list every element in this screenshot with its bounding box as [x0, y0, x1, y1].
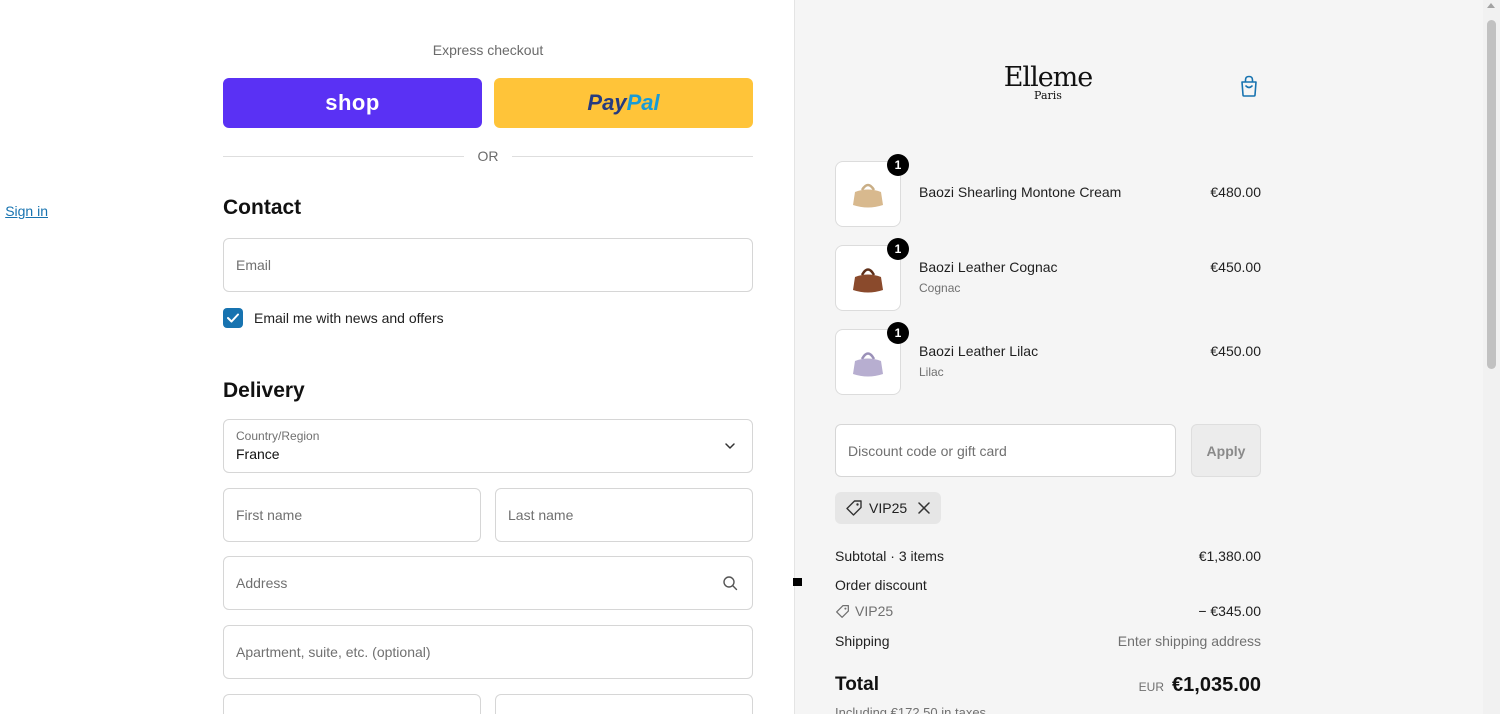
cart-item: 1 Baozi Leather Lilac Lilac €450.00 — [835, 322, 1261, 397]
applied-discount-chip: VIP25 — [835, 492, 942, 524]
shop-pay-label: shop — [325, 90, 380, 115]
quantity-badge: 1 — [887, 154, 909, 176]
mouse-cursor — [793, 578, 802, 586]
quantity-badge: 1 — [887, 238, 909, 260]
order-summary-panel: Elleme Paris 1 Baozi Shearling Montone C… — [795, 0, 1483, 714]
chevron-down-icon — [725, 443, 735, 449]
newsletter-checkbox[interactable] — [223, 308, 243, 328]
product-thumbnail: 1 — [835, 322, 909, 395]
product-thumbnail: 1 — [835, 238, 909, 311]
subtotal-label: Subtotal · 3 items — [835, 548, 944, 564]
shop-pay-button[interactable]: shop — [223, 78, 482, 128]
newsletter-option[interactable]: Email me with news and offers — [223, 308, 444, 328]
first-name-placeholder: First name — [236, 507, 303, 523]
tag-icon — [846, 500, 862, 516]
total-label: Total — [835, 674, 879, 695]
search-icon — [723, 576, 738, 591]
email-placeholder: Email — [236, 257, 272, 273]
country-value: France — [236, 446, 280, 462]
shipping-label: Shipping — [835, 633, 890, 649]
newsletter-label: Email me with news and offers — [254, 310, 444, 326]
tag-icon — [836, 604, 849, 618]
paypal-label-part1: Pay — [587, 90, 627, 115]
paypal-label-part2: Pal — [626, 90, 660, 115]
checkmark-icon — [227, 313, 239, 323]
or-divider: OR — [223, 147, 753, 165]
brand-logo[interactable]: Elleme Paris — [1000, 64, 1096, 102]
shipping-row: Shipping Enter shipping address — [835, 633, 1261, 649]
item-name: Baozi Shearling Montone Cream — [919, 184, 1122, 200]
item-name: Baozi Leather Lilac — [919, 343, 1039, 359]
item-variant: Cognac — [919, 281, 961, 295]
express-checkout-title: Express checkout — [432, 42, 544, 58]
apartment-field[interactable]: Apartment, suite, etc. (optional) — [223, 625, 753, 679]
subtotal-row: Subtotal · 3 items €1,380.00 — [835, 548, 1261, 564]
or-line-right — [512, 156, 753, 157]
remove-discount-icon[interactable] — [917, 501, 931, 515]
country-select[interactable]: Country/Region France — [223, 419, 753, 473]
contact-heading: Contact — [223, 196, 302, 219]
paypal-button[interactable]: Pay Pal — [494, 78, 753, 128]
delivery-heading: Delivery — [223, 379, 305, 402]
item-name: Baozi Leather Cognac — [919, 259, 1058, 275]
email-field[interactable]: Email — [223, 238, 753, 292]
apartment-placeholder: Apartment, suite, etc. (optional) — [236, 644, 431, 660]
shipping-value: Enter shipping address — [1117, 633, 1261, 649]
order-discount-row: Order discount — [835, 577, 1261, 593]
address-field[interactable]: Address — [223, 556, 753, 610]
product-thumbnail: 1 — [835, 154, 909, 227]
shopping-bag-icon[interactable] — [1238, 74, 1260, 98]
subtotal-value: €1,380.00 — [1198, 548, 1261, 564]
total-row: Total EUR €1,035.00 — [835, 674, 1261, 696]
checkout-form-panel: Express checkout shop Pay Pal OR Contact … — [0, 0, 795, 714]
scroll-thumb[interactable] — [1487, 20, 1496, 369]
item-price: €480.00 — [1210, 184, 1261, 200]
last-name-placeholder: Last name — [508, 507, 574, 523]
first-name-field[interactable]: First name — [223, 488, 481, 542]
total-value: €1,035.00 — [1172, 674, 1261, 696]
address-placeholder: Address — [236, 575, 288, 591]
handbag-icon — [853, 268, 883, 293]
item-price: €450.00 — [1210, 259, 1261, 275]
discount-code-row: VIP25 − €345.00 — [835, 603, 1261, 622]
last-name-field[interactable]: Last name — [495, 488, 753, 542]
city-field[interactable] — [495, 694, 753, 714]
cart-item: 1 Baozi Leather Cognac Cognac €450.00 — [835, 238, 1261, 313]
cart-item: 1 Baozi Shearling Montone Cream €480.00 — [835, 154, 1261, 229]
discount-code-label: VIP25 — [869, 500, 908, 516]
item-price: €450.00 — [1210, 343, 1261, 359]
summary-discount-code: VIP25 — [855, 603, 894, 619]
discount-code-input[interactable]: Discount code or gift card — [835, 424, 1176, 477]
handbag-icon — [853, 183, 883, 208]
sign-in-link[interactable]: Sign in — [5, 203, 48, 219]
country-label: Country/Region — [236, 429, 320, 443]
order-discount-label: Order discount — [835, 577, 927, 593]
brand-name: Elleme — [1003, 62, 1094, 93]
item-variant: Lilac — [919, 365, 944, 379]
scroll-up-arrow-icon[interactable] — [1487, 3, 1495, 8]
discount-value: − €345.00 — [1198, 603, 1261, 619]
tax-line: Including €172.50 in taxes — [835, 705, 987, 714]
page-scrollbar[interactable] — [1483, 0, 1500, 714]
handbag-icon — [853, 352, 883, 377]
total-currency: EUR — [1138, 680, 1165, 694]
apply-discount-button[interactable]: Apply — [1191, 424, 1261, 477]
quantity-badge: 1 — [887, 322, 909, 344]
discount-placeholder: Discount code or gift card — [848, 442, 1007, 459]
postal-code-field[interactable] — [223, 694, 481, 714]
